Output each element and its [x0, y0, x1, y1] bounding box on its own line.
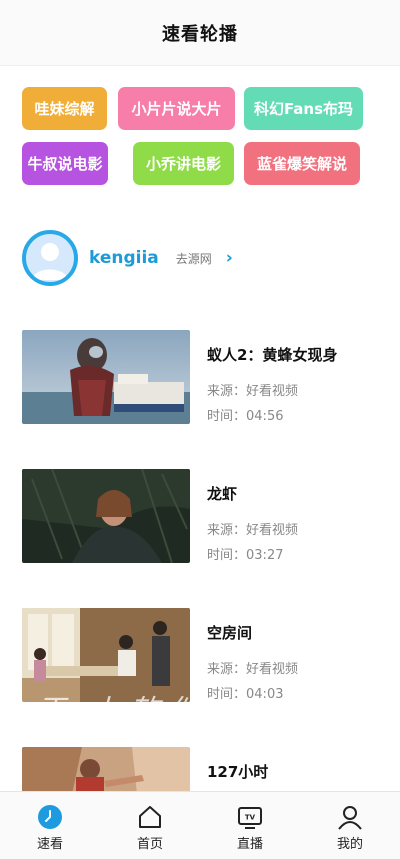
- time-value: 03:27: [246, 548, 284, 563]
- uploader-row[interactable]: kengiia 去源网 ›: [22, 230, 382, 286]
- video-duration: 时间：03:27: [207, 544, 283, 563]
- tab-home[interactable]: 首页: [100, 792, 200, 859]
- go-source-link[interactable]: 去源网: [176, 250, 212, 267]
- tab-sukan[interactable]: 速看: [0, 792, 100, 859]
- avatar[interactable]: [22, 230, 78, 286]
- video-title[interactable]: 127小时: [207, 761, 268, 782]
- tag-button-lanque[interactable]: 蓝雀爆笑解说: [244, 142, 360, 185]
- source-value: 好看视频: [246, 523, 299, 538]
- user-icon: [338, 806, 362, 830]
- tag-label: 蓝雀爆笑解说: [256, 155, 347, 173]
- video-source: 来源：好看视频: [207, 380, 298, 399]
- tag-button-kehuan-fans[interactable]: 科幻Fans布玛: [244, 87, 363, 130]
- bottom-tab-bar: 速看 首页 TV 直播 我的: [0, 791, 400, 859]
- video-item[interactable]: 蚁人2：黄蜂女现身 来源：好看视频 时间：04:56: [22, 330, 382, 426]
- tab-mine[interactable]: 我的: [300, 792, 400, 859]
- top-bar: 速看轮播: [0, 0, 400, 66]
- uploader-name[interactable]: kengiia: [89, 248, 159, 268]
- tag-button-wamei[interactable]: 哇妹综解: [22, 87, 107, 130]
- tag-button-xiaoqiao[interactable]: 小乔讲电影: [133, 142, 234, 185]
- tag-button-niushu[interactable]: 牛叔说电影: [22, 142, 108, 185]
- tag-label: 哇妹综解: [34, 100, 95, 118]
- video-thumbnail[interactable]: [22, 469, 190, 563]
- tab-label: 首页: [136, 837, 163, 852]
- tag-label: 小片片说大片: [131, 100, 222, 118]
- source-value: 好看视频: [246, 384, 299, 399]
- video-title[interactable]: 蚁人2：黄蜂女现身: [207, 344, 337, 365]
- video-title[interactable]: 空房间: [207, 622, 252, 643]
- tag-label: 小乔讲电影: [145, 155, 221, 173]
- svg-text:TV: TV: [245, 814, 256, 822]
- page-title: 速看轮播: [162, 23, 238, 45]
- chevron-right-icon[interactable]: ›: [226, 248, 233, 268]
- time-value: 04:56: [246, 409, 284, 424]
- video-source: 来源：好看视频: [207, 519, 298, 538]
- time-value: 04:03: [246, 687, 284, 702]
- time-label: 时间：: [207, 548, 247, 563]
- video-duration: 时间：04:03: [207, 683, 283, 702]
- source-label: 来源：: [207, 523, 247, 538]
- app-screen: 速看轮播 哇妹综解 小片片说大片 科幻Fans布玛 牛叔说电影 小乔讲电影 蓝雀…: [0, 0, 400, 859]
- video-duration: 时间：04:56: [207, 405, 283, 424]
- watermark-text: 王·九软件: [36, 694, 206, 729]
- video-source: 来源：好看视频: [207, 658, 298, 677]
- avatar-placeholder-icon: [32, 243, 68, 280]
- tag-button-xiaopianpian[interactable]: 小片片说大片: [118, 87, 235, 130]
- video-thumbnail[interactable]: [22, 330, 190, 424]
- tab-label: 速看: [36, 837, 63, 852]
- video-item[interactable]: 龙虾 来源：好看视频 时间：03:27: [22, 469, 382, 565]
- clock-icon: [38, 805, 62, 829]
- source-label: 来源：: [207, 662, 247, 677]
- tag-label: 科幻Fans布玛: [253, 100, 354, 118]
- time-label: 时间：: [207, 687, 247, 702]
- video-title[interactable]: 龙虾: [207, 483, 237, 504]
- home-icon: [139, 806, 161, 828]
- time-label: 时间：: [207, 409, 247, 424]
- source-label: 来源：: [207, 384, 247, 399]
- tag-label: 牛叔说电影: [27, 155, 103, 173]
- tab-label: 直播: [236, 837, 263, 852]
- source-value: 好看视频: [246, 662, 299, 677]
- tv-icon: TV: [238, 807, 262, 829]
- tab-label: 我的: [336, 837, 363, 852]
- tab-live[interactable]: TV 直播: [200, 792, 300, 859]
